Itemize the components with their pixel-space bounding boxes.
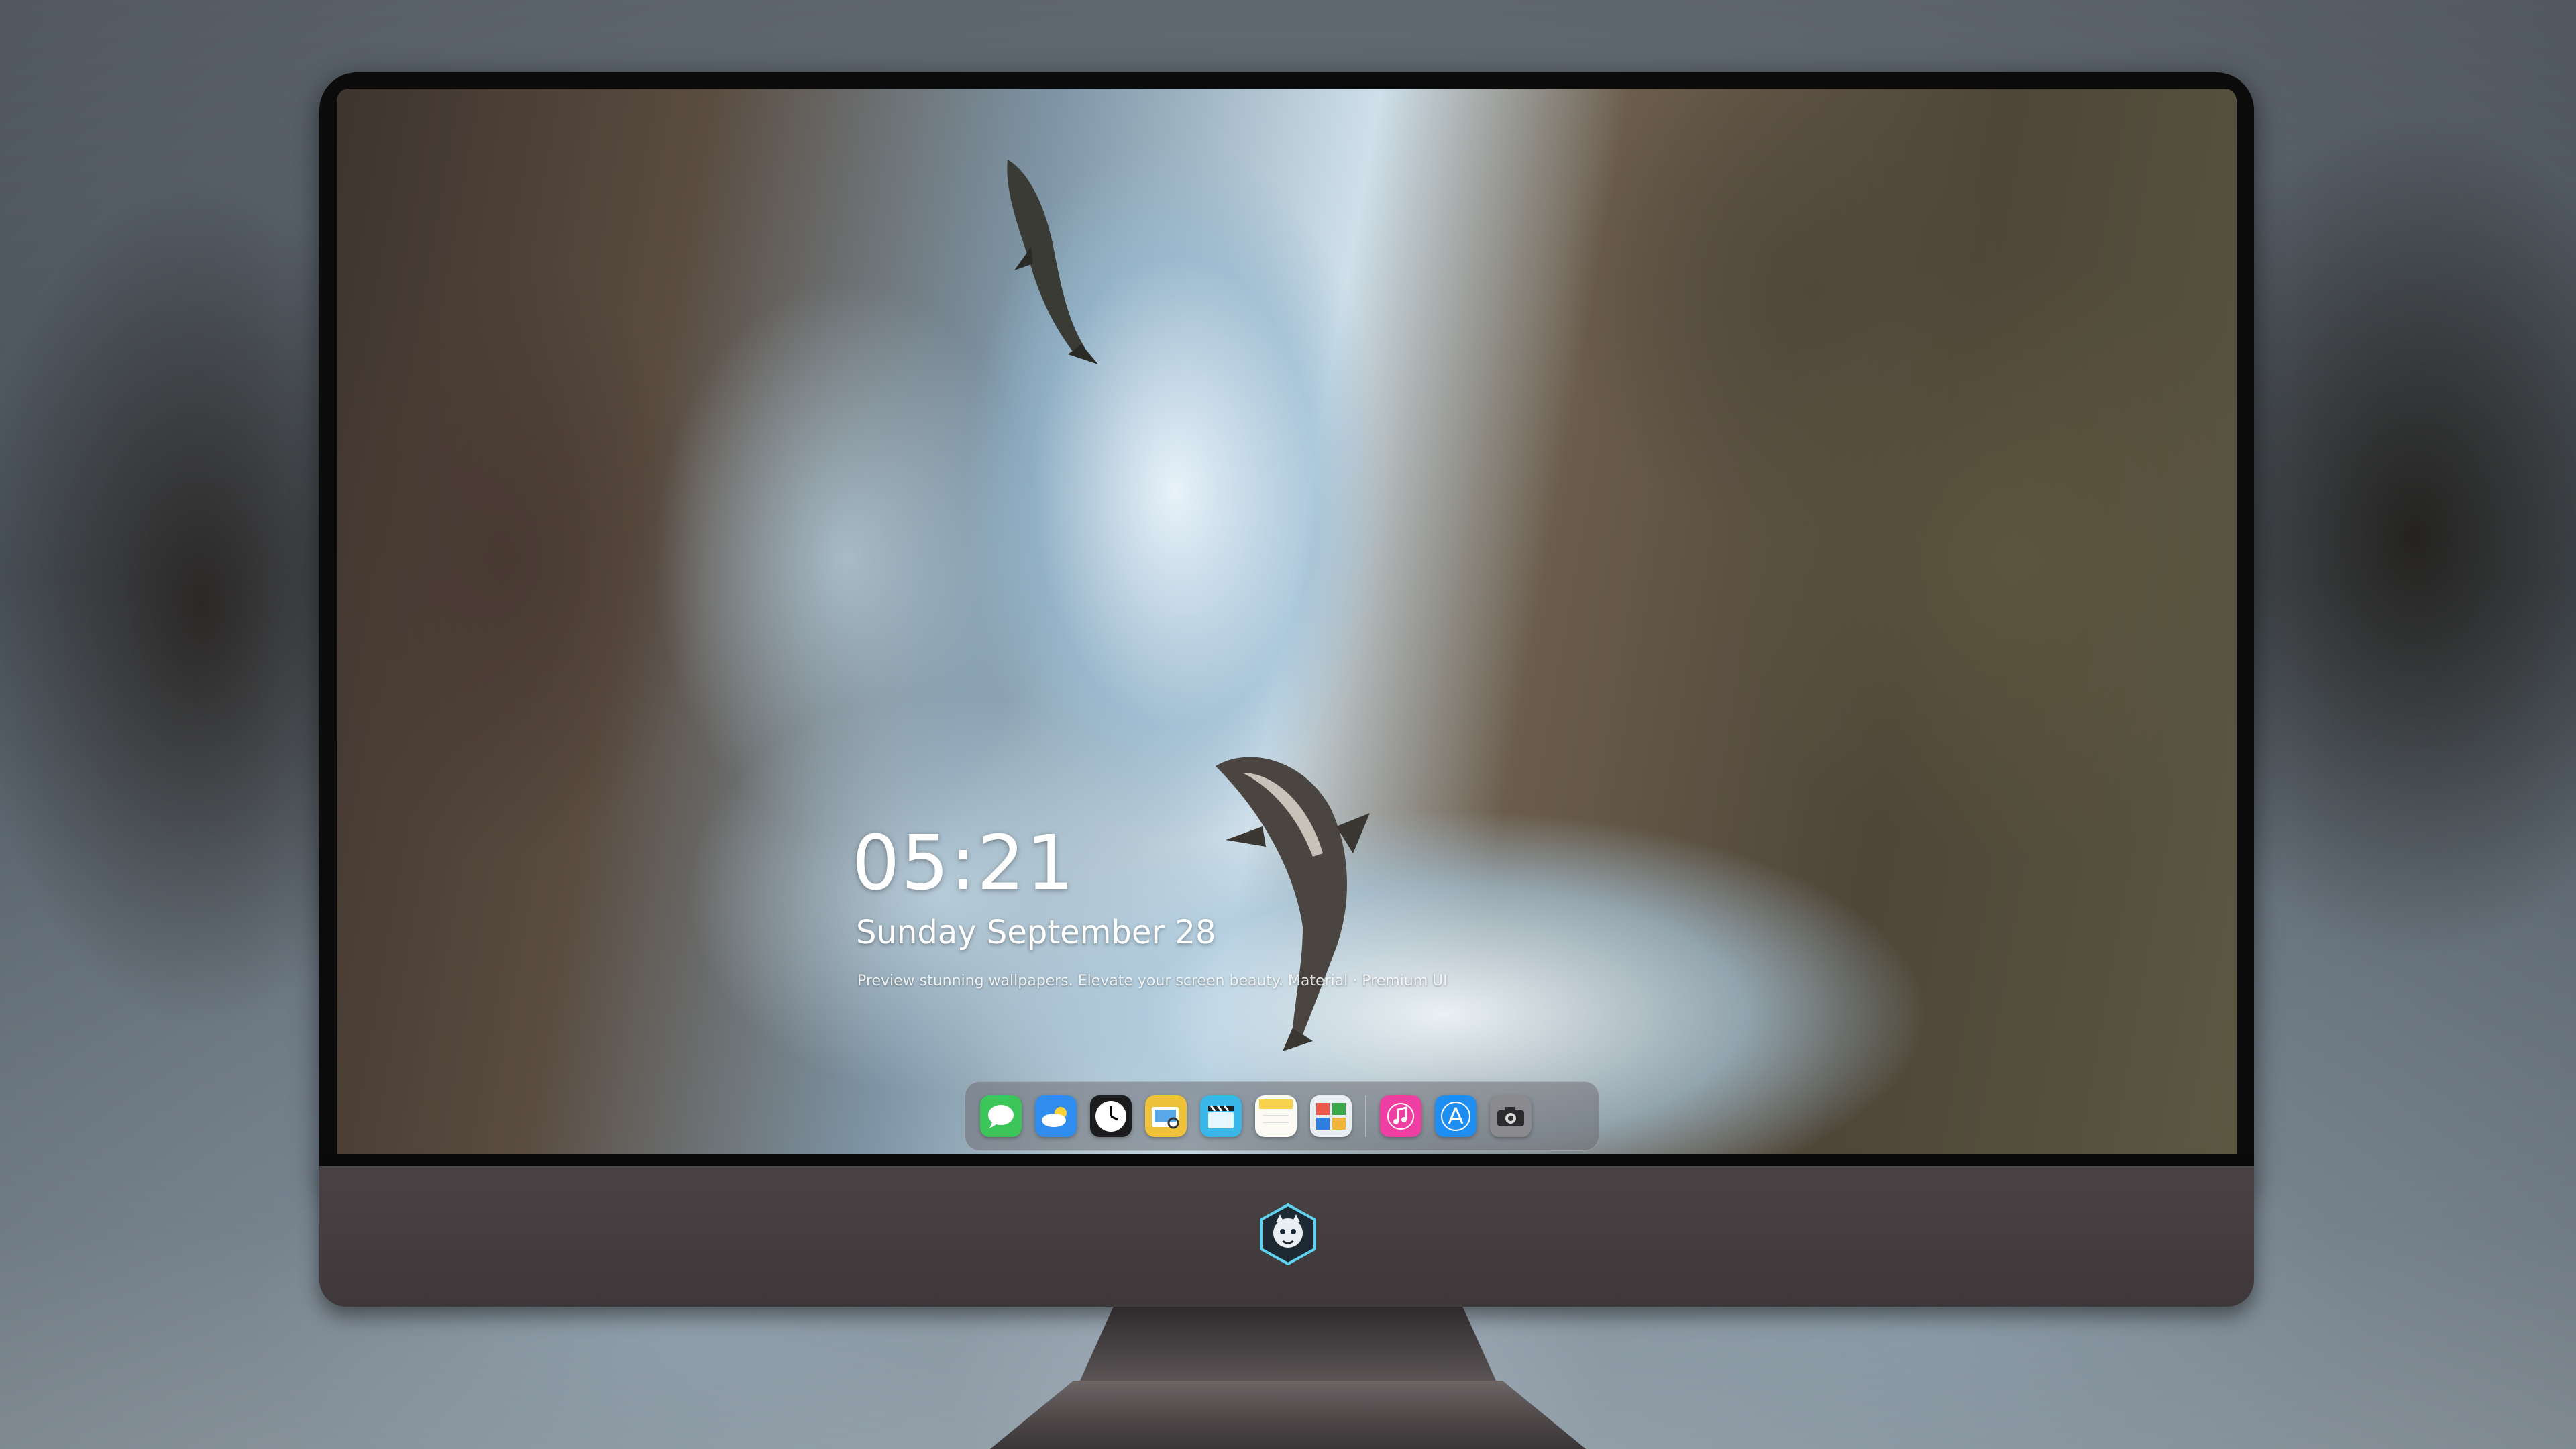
weather-icon[interactable] <box>1035 1095 1077 1137</box>
desktop-screen: 05:21 Sunday September 28 Preview stunni… <box>337 89 2237 1154</box>
monitor-stand-base <box>990 1381 1586 1449</box>
camera-icon[interactable] <box>1490 1095 1532 1137</box>
preview-icon[interactable] <box>1145 1095 1187 1137</box>
lock-screen-time: 05:21 <box>852 820 1075 907</box>
notes-icon[interactable] <box>1255 1095 1297 1137</box>
brand-logo-icon <box>1260 1203 1316 1266</box>
photo-gallery-icon[interactable] <box>1310 1095 1352 1137</box>
messages-icon[interactable] <box>980 1095 1022 1137</box>
clapper-icon[interactable] <box>1200 1095 1242 1137</box>
dock <box>965 1081 1599 1151</box>
wallpaper-fish-upper <box>1007 160 1098 364</box>
clock-icon[interactable] <box>1090 1095 1132 1137</box>
monitor-stand-neck <box>1080 1307 1496 1381</box>
lock-screen-date: Sunday September 28 <box>856 914 1216 951</box>
monitor-bottom-bezel <box>319 1154 2254 1166</box>
wallpaper-fish-lower <box>1216 757 1370 1051</box>
wallpaper-caption: Preview stunning wallpapers. Elevate you… <box>857 973 1448 989</box>
dock-separator <box>1365 1095 1366 1137</box>
music-icon[interactable] <box>1380 1095 1421 1137</box>
app-store-icon[interactable] <box>1435 1095 1477 1137</box>
